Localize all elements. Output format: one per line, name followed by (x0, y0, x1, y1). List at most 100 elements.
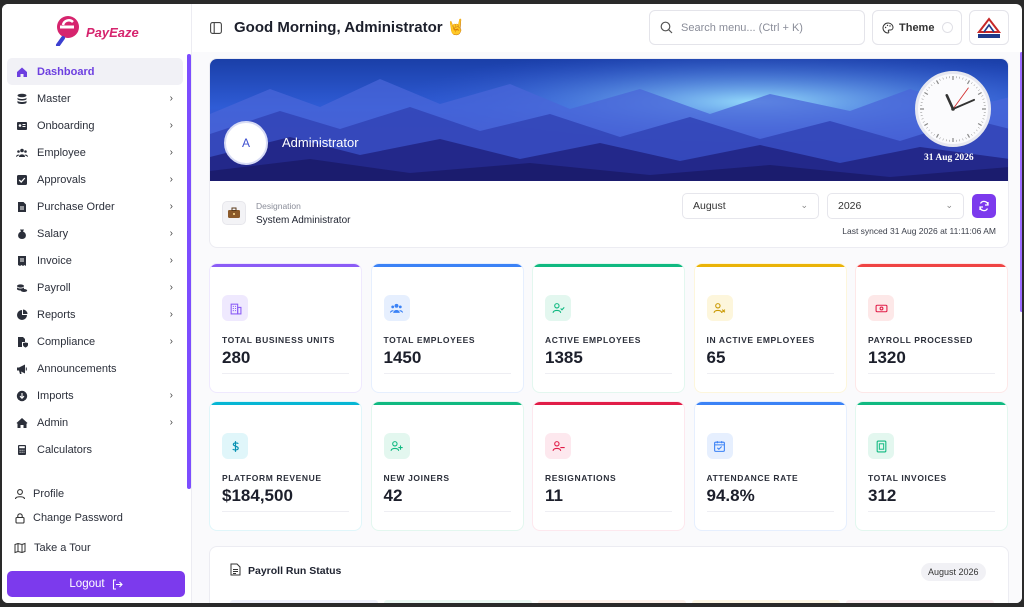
stat-card-new-joiners[interactable]: NEW JOINERS 42 (370, 401, 524, 531)
stat-card-total-business-units[interactable]: TOTAL BUSINESS UNITS 280 (209, 263, 362, 393)
stat-card-platform-revenue[interactable]: PLATFORM REVENUE $184,500 (209, 401, 362, 531)
users-icon (383, 295, 410, 321)
coins-icon (16, 282, 28, 294)
stat-label: PLATFORM REVENUE (222, 473, 322, 483)
banknote-icon (868, 295, 894, 321)
dollar-icon (222, 433, 248, 459)
stat-divider (222, 373, 349, 374)
sidebar-item-label: Imports (37, 389, 74, 402)
user-plus-icon (383, 433, 410, 459)
sidebar-item-dashboard[interactable]: Dashboard (7, 58, 183, 85)
theme-toggle-button[interactable]: Theme (872, 10, 962, 45)
search-input[interactable] (681, 21, 851, 34)
check-square-icon (16, 174, 28, 186)
sidebar-item-onboarding[interactable]: Onboarding › (7, 112, 183, 139)
sidebar-scrollbar[interactable] (187, 54, 191, 489)
last-synced-text: Last synced 31 Aug 2026 at 11:11:06 AM (842, 226, 996, 236)
megaphone-icon (16, 363, 28, 375)
calculator-icon (16, 444, 28, 456)
stat-accent-bar (371, 402, 523, 405)
sidebar-item-label: Master (37, 92, 71, 105)
sidebar-item-reports[interactable]: Reports › (7, 301, 183, 328)
sidebar-item-master[interactable]: Master › (7, 85, 183, 112)
users-icon (16, 147, 28, 159)
year-select[interactable]: 2026 ⌄ (827, 193, 964, 219)
main-scrollbar[interactable] (1020, 52, 1022, 312)
sidebar-item-label: Admin (37, 416, 69, 429)
stat-accent-bar (210, 402, 361, 405)
receipt-icon (868, 433, 894, 459)
document-icon (230, 563, 241, 581)
period-badge: August 2026 (921, 563, 986, 581)
stat-value: 1385 (545, 348, 583, 367)
theme-indicator (942, 22, 954, 33)
sidebar-item-label: Invoice (37, 254, 72, 267)
chevron-right-icon: › (169, 309, 173, 320)
sidebar-item-compliance[interactable]: Compliance › (7, 328, 183, 355)
sidebar-item-label: Salary (37, 227, 69, 240)
stat-value: 65 (706, 348, 726, 367)
sidebar-item-salary[interactable]: Salary › (7, 220, 183, 247)
month-select[interactable]: August ⌄ (682, 193, 819, 219)
stat-accent-bar (856, 402, 1007, 405)
page-title: Good Morning, Administrator 🤘 (234, 18, 465, 36)
stat-card-total-employees[interactable]: TOTAL EMPLOYEES 1450 (370, 263, 524, 393)
take-a-tour-link[interactable]: Take a Tour (14, 542, 91, 554)
sidebar-item-label: Calculators (37, 443, 93, 456)
sidebar-item-label: Payroll (37, 281, 71, 294)
theme-label: Theme (899, 21, 935, 34)
chevron-down-icon: ⌄ (800, 200, 808, 210)
logout-button[interactable]: Logout (7, 571, 185, 597)
logout-label: Logout (69, 578, 105, 590)
stat-card-in-active-employees[interactable]: IN ACTIVE EMPLOYEES 65 (693, 263, 847, 393)
wave-emoji-icon: 🤘 (446, 18, 466, 36)
logo-text: PayEaze (86, 24, 139, 40)
sidebar-item-label: Compliance (37, 335, 96, 348)
sidebar-item-profile[interactable]: Profile (14, 482, 123, 506)
sidebar-item-admin[interactable]: Admin › (7, 409, 183, 436)
admin-home-icon (16, 417, 28, 429)
sidebar-item-employee[interactable]: Employee › (7, 139, 183, 166)
stat-card-active-employees[interactable]: ACTIVE EMPLOYEES 1385 (532, 263, 685, 393)
stat-accent-bar (371, 264, 523, 267)
logout-icon (112, 578, 123, 590)
status-strip-segment (692, 600, 840, 603)
search-box[interactable] (649, 10, 865, 45)
toggle-sidebar-icon[interactable] (210, 21, 222, 39)
sidebar-item-change-password[interactable]: Change Password (14, 506, 123, 530)
stat-label: ACTIVE EMPLOYEES (545, 335, 642, 345)
chevron-right-icon: › (169, 255, 173, 266)
sidebar-item-calculators[interactable]: Calculators (7, 436, 183, 463)
profile-card: A Administrator 31 Aug 2026 Designation … (209, 58, 1009, 248)
stat-card-attendance-rate[interactable]: ATTENDANCE RATE 94.8% (693, 401, 847, 531)
stat-card-resignations[interactable]: RESIGNATIONS 11 (532, 401, 685, 531)
sidebar-item-payroll[interactable]: Payroll › (7, 274, 183, 301)
stat-card-total-invoices[interactable]: TOTAL INVOICES 312 (855, 401, 1008, 531)
stat-divider (383, 511, 511, 512)
stat-value: $184,500 (222, 486, 293, 505)
search-icon (660, 21, 673, 34)
status-strip-segment (538, 600, 686, 603)
sidebar-item-purchase-order[interactable]: Purchase Order › (7, 193, 183, 220)
chevron-right-icon: › (169, 282, 173, 293)
sidebar-item-imports[interactable]: Imports › (7, 382, 183, 409)
payeaze-logo-icon (54, 12, 84, 47)
sidebar-account-links: Profile Change Password (14, 482, 123, 530)
building-icon (222, 295, 248, 321)
stat-divider (545, 511, 672, 512)
payroll-run-status-card: Payroll Run Status August 2026 (209, 546, 1009, 603)
app-logo[interactable]: PayEaze (54, 12, 139, 47)
file-icon (16, 201, 28, 213)
organization-logo[interactable] (969, 10, 1009, 45)
stat-card-payroll-processed[interactable]: PAYROLL PROCESSED 1320 (855, 263, 1008, 393)
file-shield-icon (16, 336, 28, 348)
sidebar-item-invoice[interactable]: Invoice › (7, 247, 183, 274)
chevron-right-icon: › (169, 336, 173, 347)
designation-value: System Administrator (256, 215, 351, 226)
sidebar-item-announcements[interactable]: Announcements (7, 355, 183, 382)
year-select-value: 2026 (838, 200, 862, 212)
sidebar-item-approvals[interactable]: Approvals › (7, 166, 183, 193)
refresh-button[interactable] (972, 194, 996, 218)
stat-value: 280 (222, 348, 251, 367)
avatar[interactable]: A (224, 121, 268, 165)
